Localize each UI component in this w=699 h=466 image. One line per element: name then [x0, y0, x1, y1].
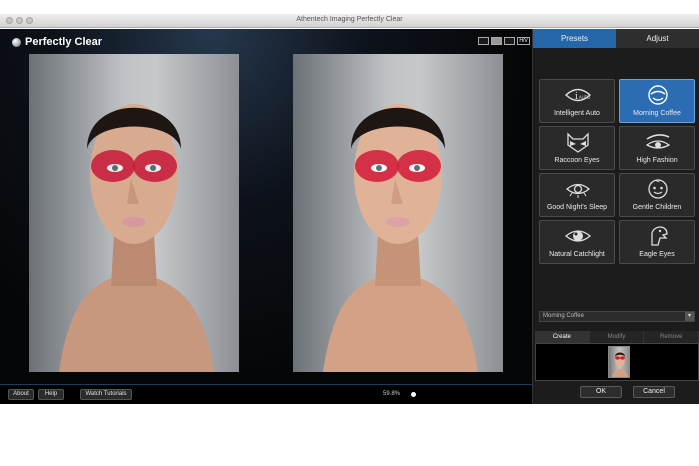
- portrait-before-image: [59, 104, 214, 372]
- catchlight-eye-icon: [564, 230, 592, 242]
- right-panel: Presets Adjust i AUTO Intelligent Auto M…: [532, 29, 699, 404]
- svg-text:i: i: [575, 92, 578, 102]
- preset-intelligent-auto[interactable]: i AUTO Intelligent Auto: [539, 79, 615, 123]
- eagle-icon: [651, 226, 668, 246]
- svg-text:AUTO: AUTO: [579, 95, 590, 100]
- preset-preview-area: [535, 343, 699, 381]
- watch-tutorials-button[interactable]: Watch Tutorials: [80, 389, 132, 400]
- zoom-readout: 59.8%: [383, 391, 401, 397]
- tab-adjust[interactable]: Adjust: [616, 29, 699, 48]
- preset-natural-catchlight[interactable]: Natural Catchlight: [539, 220, 615, 264]
- help-button[interactable]: Help: [38, 389, 64, 400]
- chevron-down-icon[interactable]: ▾: [685, 312, 694, 321]
- tab-modify[interactable]: Modify: [589, 331, 645, 343]
- preset-label: Eagle Eyes: [639, 251, 675, 258]
- child-face-icon: [648, 179, 668, 199]
- raccoon-icon: [567, 132, 589, 153]
- logo-text: Perfectly Clear: [25, 36, 103, 48]
- preset-eagle-eyes[interactable]: Eagle Eyes: [619, 220, 695, 264]
- preset-thumbnail[interactable]: [608, 346, 630, 378]
- preset-morning-coffee[interactable]: Morning Coffee: [619, 79, 695, 123]
- preset-gentle-children[interactable]: Gentle Children: [619, 173, 695, 217]
- panel-tabs: Presets Adjust: [533, 29, 699, 48]
- morning-coffee-icon: [648, 85, 668, 105]
- tab-presets[interactable]: Presets: [533, 29, 616, 48]
- about-button[interactable]: About: [8, 389, 34, 400]
- app-logo: Perfectly Clear: [12, 36, 102, 48]
- hv-toggle-button[interactable]: H/V: [517, 37, 530, 45]
- logo-icon: [12, 37, 21, 47]
- view-mode-toolbar: H/V: [478, 37, 530, 45]
- after-photo: [293, 54, 503, 372]
- preset-high-fashion[interactable]: High Fashion: [619, 126, 695, 170]
- ok-button[interactable]: OK: [580, 386, 622, 398]
- preset-label: Morning Coffee: [633, 110, 681, 117]
- sleep-eye-icon: [565, 183, 591, 198]
- preset-label: Natural Catchlight: [549, 251, 605, 258]
- preset-action-tabs: Create Modify Remove: [535, 331, 699, 343]
- intelligent-auto-icon: i AUTO: [564, 88, 592, 102]
- thumbnail-portrait-image: [611, 351, 629, 377]
- before-photo: [29, 54, 239, 372]
- window-titlebar: Athentech Imaging Perfectly Clear: [0, 14, 699, 28]
- preset-dropdown-value: Morning Coffee: [543, 313, 584, 319]
- zoom-slider-handle[interactable]: [411, 392, 416, 397]
- window-title: Athentech Imaging Perfectly Clear: [296, 16, 403, 23]
- preset-dropdown[interactable]: Morning Coffee ▾: [539, 311, 695, 322]
- preset-label: Raccoon Eyes: [554, 157, 600, 164]
- high-fashion-eye-icon: [645, 134, 671, 149]
- tab-create[interactable]: Create: [535, 331, 590, 343]
- preset-label: Gentle Children: [632, 204, 682, 211]
- side-by-side-icon[interactable]: [491, 37, 502, 45]
- preset-grid: i AUTO Intelligent Auto Morning Coffee R…: [539, 79, 695, 264]
- image-canvas: Perfectly Clear H/V: [0, 29, 532, 384]
- preset-label: High Fashion: [636, 157, 678, 164]
- tab-remove[interactable]: Remove: [644, 331, 699, 343]
- preset-raccoon-eyes[interactable]: Raccoon Eyes: [539, 126, 615, 170]
- portrait-after-image: [323, 104, 478, 372]
- bottom-toolbar: About Help Watch Tutorials 59.8%: [0, 384, 532, 404]
- split-view-icon[interactable]: [504, 37, 515, 45]
- preset-good-nights-sleep[interactable]: Good Night's Sleep: [539, 173, 615, 217]
- cancel-button[interactable]: Cancel: [633, 386, 675, 398]
- preset-label: Intelligent Auto: [554, 110, 600, 117]
- single-view-icon[interactable]: [478, 37, 489, 45]
- preset-label: Good Night's Sleep: [546, 204, 608, 211]
